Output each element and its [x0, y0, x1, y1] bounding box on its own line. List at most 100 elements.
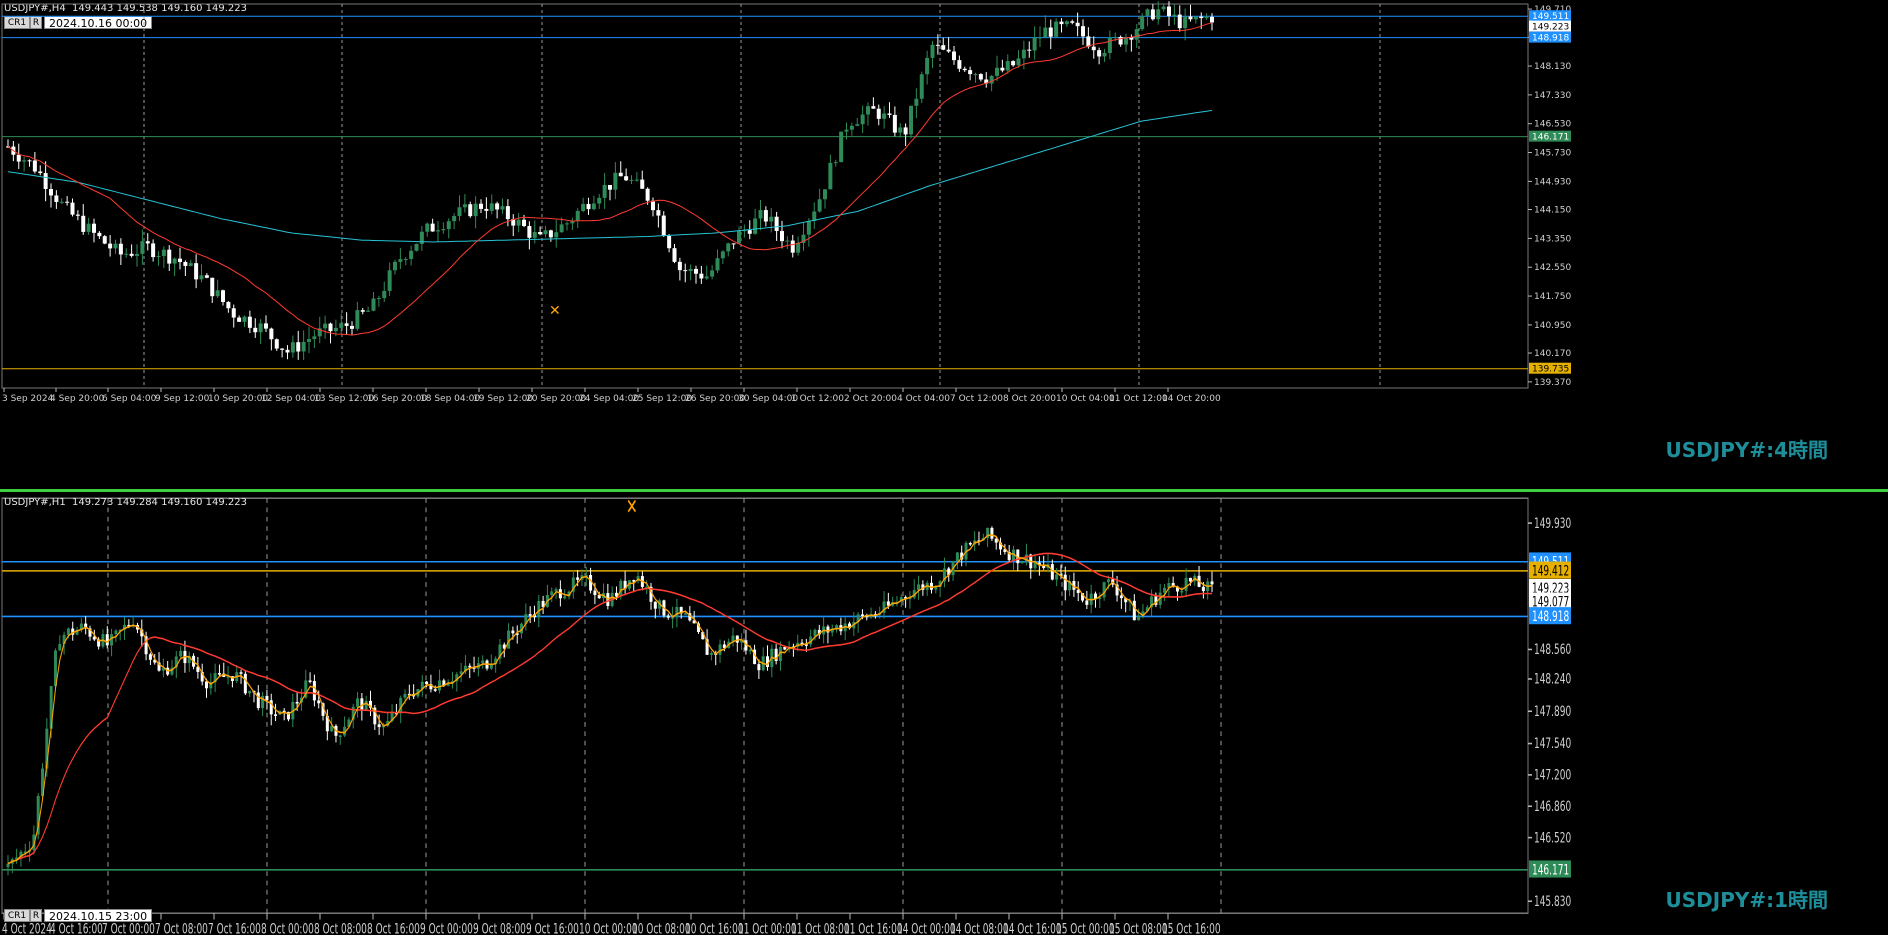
candle-body [747, 230, 752, 234]
candle-body [414, 243, 419, 251]
candle-body [1097, 50, 1102, 57]
candle-body [576, 577, 580, 580]
candle-body [593, 590, 597, 596]
h1-r-button[interactable]: R [30, 909, 42, 922]
candle-body [1106, 579, 1110, 583]
fast-moving-average-line [7, 22, 1213, 336]
time-axis-label: 13 Sep 12:00 [314, 394, 374, 404]
time-axis-label: 18 Sep 04:00 [420, 394, 480, 404]
candle-body [688, 268, 693, 272]
candle-body [446, 221, 451, 230]
price-axis-label: 139.370 [1534, 378, 1571, 388]
time-axis-label: 8 Oct 08:00 [314, 920, 367, 935]
h1-chart-header: USDJPY#,H1 149.273 149.284 149.160 149.2… [4, 497, 247, 508]
time-axis-label: 26 Sep 20:00 [685, 394, 745, 404]
time-axis-label: 20 Sep 20:00 [526, 394, 586, 404]
candle-body [247, 316, 252, 328]
h1-chart-panel[interactable]: 149.930 148.560 148.240 147.890 147.540 147.2… [0, 492, 1888, 935]
time-axis-label: 12 Sep 04:00 [261, 394, 321, 404]
candle-body [844, 129, 849, 132]
h1-price-chart[interactable]: 149.930 148.560 148.240 147.890 147.540 147.2… [0, 492, 1888, 935]
candle-body [1054, 21, 1059, 37]
candle-body [855, 124, 860, 126]
candle-body [113, 243, 118, 249]
candle-body [917, 584, 921, 591]
price-marker-label: 139.735 [1532, 365, 1569, 375]
candle-body [720, 251, 725, 259]
candle-body [543, 230, 548, 235]
candle-body [887, 113, 892, 115]
candle-body [344, 323, 349, 326]
candle-body [930, 44, 935, 58]
chart-frame [1, 497, 1529, 915]
time-axis-label: 6 Sep 04:00 [102, 394, 157, 404]
candle-body [312, 336, 317, 340]
candle-body [672, 248, 677, 262]
candle-body [709, 652, 713, 655]
time-axis-label: 14 Oct 20:00 [1162, 394, 1221, 404]
price-marker-label: 148.918 [1532, 608, 1569, 625]
candle-body [833, 162, 838, 164]
candle-body [285, 349, 290, 353]
candle-body [290, 342, 295, 353]
h4-chart-panel[interactable]: USDJPY#,H4 149.443 149.538 149.160 149.2… [0, 0, 1888, 492]
time-axis-label: 10 Sep 20:00 [208, 394, 268, 404]
candle-body [265, 695, 269, 701]
candle-body [753, 218, 758, 234]
h4-price-chart[interactable]: 149.710148.930148.130147.330146.530145.7… [0, 0, 1888, 492]
candle-body [148, 654, 152, 660]
candle-body [1210, 581, 1214, 585]
time-axis-label: 30 Sep 04:00 [738, 394, 798, 404]
candle-body [226, 301, 231, 309]
price-axis-label: 146.860 [1534, 798, 1571, 815]
candle-body [355, 310, 360, 329]
candle-body [135, 253, 139, 256]
candle-body [666, 615, 670, 618]
candle-body [145, 241, 150, 244]
candle-body [215, 290, 220, 297]
time-axis-label: 7 Oct 16:00 [208, 920, 261, 935]
candle-body [806, 221, 811, 235]
candle-body [356, 698, 360, 707]
time-axis-label: 14 Oct 08:00 [950, 920, 1009, 935]
candle-body [645, 188, 650, 201]
candle-body [554, 232, 559, 238]
candle-body [403, 259, 408, 261]
crosshair-marker-icon: ✕ [549, 303, 561, 319]
candle-body [430, 223, 435, 232]
h1-cr1-button[interactable]: CR1 [4, 909, 30, 922]
candle-body [441, 229, 446, 231]
candle-body [1145, 9, 1150, 16]
candle-body [205, 681, 209, 689]
time-axis-label: 14 Oct 00:00 [897, 920, 956, 935]
candle-body [511, 630, 515, 634]
candle-body [161, 249, 166, 257]
candle-body [364, 700, 368, 711]
candle-body [118, 243, 123, 255]
fast-moving-average-line [7, 552, 1213, 865]
candle-body [172, 258, 177, 264]
candle-body [217, 673, 221, 675]
candle-body [264, 323, 268, 329]
candle-body [957, 60, 962, 69]
candle-body [1086, 36, 1091, 47]
candle-body [613, 172, 618, 190]
candle-body [651, 200, 655, 211]
price-marker-label: 149.223 [1532, 23, 1569, 33]
candle-body [167, 249, 172, 264]
time-axis-label: 8 Oct 16:00 [367, 920, 420, 935]
time-axis-label: 10 Oct 04:00 [1056, 394, 1115, 404]
candle-body [188, 263, 193, 266]
candle-body [479, 203, 483, 209]
candle-body [1163, 587, 1167, 593]
candle-body [1134, 29, 1139, 40]
candle-body [1064, 21, 1069, 25]
candle-body [522, 219, 526, 227]
price-axis-label: 147.330 [1534, 91, 1571, 101]
candle-body [248, 690, 252, 694]
candle-body [1027, 49, 1032, 51]
time-axis-label: 14 Oct 16:00 [1003, 920, 1062, 935]
candle-body [817, 199, 822, 212]
candle-body [86, 223, 91, 232]
candle-body [183, 261, 188, 266]
